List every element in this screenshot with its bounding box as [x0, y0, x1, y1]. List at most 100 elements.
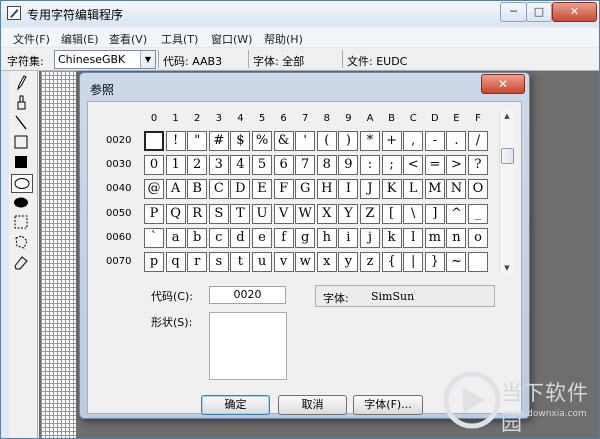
close-button[interactable]: ✕ — [552, 2, 597, 22]
char-cell[interactable]: 4 — [230, 155, 251, 176]
char-cell[interactable]: = — [424, 155, 445, 176]
char-cell[interactable]: 8 — [316, 155, 337, 176]
char-cell[interactable]: i — [338, 227, 359, 248]
char-cell[interactable]: 9 — [338, 155, 359, 176]
scroll-thumb[interactable] — [501, 148, 514, 164]
char-cell[interactable]: U — [252, 203, 272, 224]
char-cell[interactable]: 5 — [252, 155, 272, 176]
charset-select[interactable]: ChineseGBK ▼ — [54, 50, 156, 69]
scroll-down-icon[interactable]: ▼ — [500, 262, 514, 274]
char-cell[interactable]: * — [360, 131, 380, 151]
char-cell[interactable]: E — [252, 179, 272, 200]
char-cell[interactable]: $ — [230, 131, 251, 151]
char-cell[interactable]: P — [144, 203, 164, 224]
char-cell[interactable]: & — [273, 131, 294, 151]
char-cell[interactable]: j — [360, 227, 380, 248]
char-cell[interactable]: + — [381, 131, 402, 151]
dialog-close-button[interactable]: ✕ — [481, 74, 525, 94]
char-cell[interactable]: r — [187, 252, 208, 272]
char-cell[interactable]: ; — [381, 155, 402, 176]
char-cell[interactable]: a — [165, 227, 186, 248]
hollow-rectangle-icon[interactable] — [11, 134, 31, 151]
char-cell[interactable]: Z — [360, 203, 380, 224]
menu-window[interactable]: 窗口(W) — [211, 31, 252, 47]
char-cell[interactable]: G — [295, 179, 316, 200]
char-cell[interactable]: Y — [338, 203, 359, 224]
freeform-select-icon[interactable] — [11, 234, 31, 251]
char-cell[interactable]: I — [338, 179, 359, 200]
eraser-icon[interactable] — [11, 254, 31, 271]
char-cell[interactable]: ( — [316, 131, 337, 151]
char-cell[interactable]: Q — [165, 203, 186, 224]
char-cell[interactable]: d — [230, 227, 251, 248]
char-cell[interactable]: 0 — [144, 155, 164, 176]
char-cell[interactable]: p — [144, 252, 164, 272]
char-cell[interactable]: l — [403, 227, 424, 248]
char-cell[interactable]: 6 — [273, 155, 294, 176]
char-cell[interactable]: x — [316, 252, 337, 272]
char-cell[interactable]: T — [230, 203, 251, 224]
char-cell[interactable]: S — [208, 203, 229, 224]
hollow-ellipse-icon[interactable] — [11, 174, 33, 193]
char-cell[interactable]: ^ — [446, 203, 467, 224]
char-cell[interactable]: } — [424, 252, 445, 272]
char-cell[interactable]: B — [187, 179, 208, 200]
char-cell[interactable]: H — [316, 179, 337, 200]
rect-select-icon[interactable] — [11, 214, 31, 231]
char-cell[interactable]: ` — [144, 227, 164, 248]
char-cell[interactable]: / — [468, 131, 488, 151]
char-cell[interactable]: D — [230, 179, 251, 200]
char-cell[interactable]: f — [273, 227, 294, 248]
char-cell[interactable]: # — [208, 131, 229, 151]
char-cell[interactable]: 2 — [187, 155, 208, 176]
char-cell[interactable]: c — [208, 227, 229, 248]
line-icon[interactable] — [11, 114, 31, 131]
char-cell[interactable]: A — [165, 179, 186, 200]
char-cell[interactable]: F — [273, 179, 294, 200]
char-cell[interactable]: @ — [144, 179, 164, 200]
char-cell[interactable]: [ — [381, 203, 402, 224]
char-cell[interactable]: | — [403, 252, 424, 272]
char-cell[interactable]: u — [252, 252, 272, 272]
char-cell[interactable]: J — [360, 179, 380, 200]
edit-grid[interactable] — [41, 71, 76, 438]
char-cell[interactable]: R — [187, 203, 208, 224]
code-input[interactable]: 0020 — [209, 286, 286, 304]
char-cell[interactable]: e — [252, 227, 272, 248]
char-cell[interactable]: , — [403, 131, 424, 151]
char-cell[interactable]: o — [468, 227, 488, 248]
char-cell[interactable]: 7 — [295, 155, 316, 176]
char-cell[interactable]: " — [187, 131, 208, 151]
char-cell[interactable]: v — [273, 252, 294, 272]
char-cell[interactable]: _ — [468, 203, 488, 224]
chevron-down-icon[interactable]: ▼ — [140, 51, 155, 68]
char-cell[interactable]: y — [338, 252, 359, 272]
char-cell[interactable]: % — [252, 131, 272, 151]
char-cell[interactable]: 1 — [165, 155, 186, 176]
char-cell[interactable]: < — [403, 155, 424, 176]
minimize-button[interactable]: ─ — [500, 2, 527, 22]
char-cell[interactable]: g — [295, 227, 316, 248]
grid-scrollbar[interactable]: ▲ ▼ — [499, 110, 514, 274]
char-cell[interactable]: z — [360, 252, 380, 272]
menu-file[interactable]: 文件(F) — [13, 31, 50, 47]
char-cell[interactable]: ' — [295, 131, 316, 151]
char-cell[interactable]: { — [381, 252, 402, 272]
menu-tools[interactable]: 工具(T) — [161, 31, 198, 47]
char-cell[interactable]: 3 — [208, 155, 229, 176]
char-cell[interactable]: X — [316, 203, 337, 224]
char-cell[interactable]: L — [403, 179, 424, 200]
char-cell[interactable]: t — [230, 252, 251, 272]
char-cell[interactable]: . — [446, 131, 467, 151]
char-cell[interactable]: V — [273, 203, 294, 224]
char-cell[interactable]: ~ — [446, 252, 467, 272]
pencil-icon[interactable] — [11, 74, 31, 91]
char-cell[interactable]: b — [187, 227, 208, 248]
char-cell[interactable]: N — [446, 179, 467, 200]
char-cell[interactable]: : — [360, 155, 380, 176]
char-cell[interactable]: ) — [338, 131, 359, 151]
menu-view[interactable]: 查看(V) — [109, 31, 147, 47]
brush-icon[interactable] — [11, 94, 31, 111]
char-cell[interactable]: M — [424, 179, 445, 200]
char-cell[interactable]: C — [208, 179, 229, 200]
